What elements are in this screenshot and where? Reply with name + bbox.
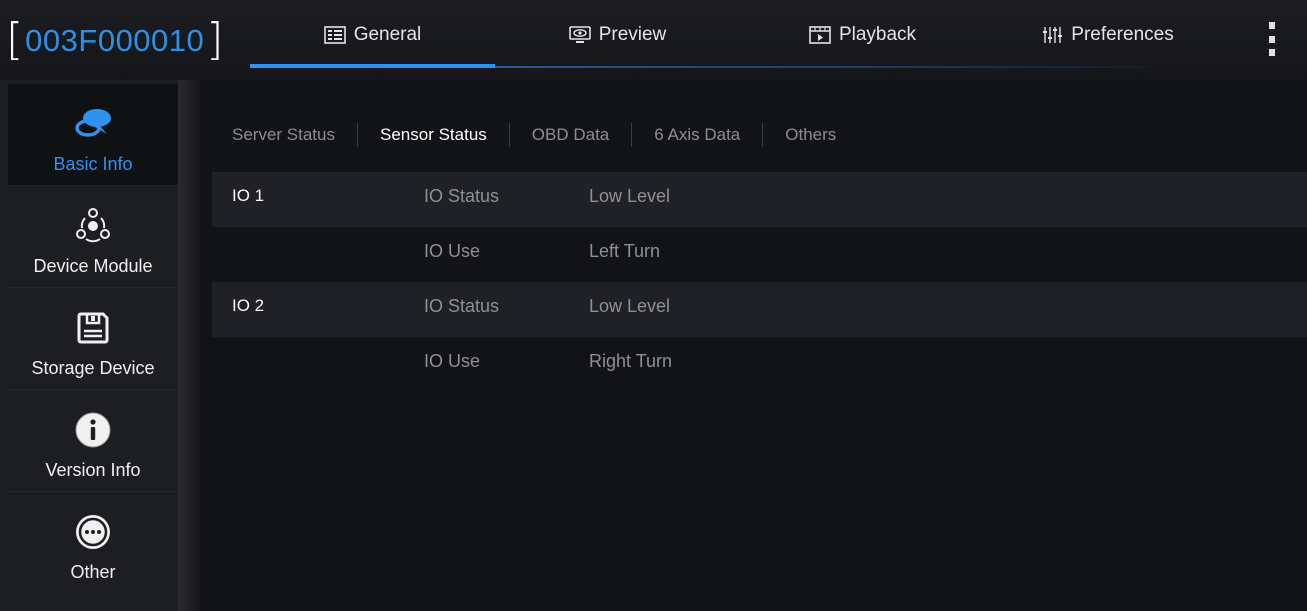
sidebar-item-device-module[interactable]: Device Module bbox=[8, 186, 178, 288]
subtab-bar: Server Status Sensor Status OBD Data 6 A… bbox=[212, 110, 1307, 160]
subtab-6-axis-data[interactable]: 6 Axis Data bbox=[654, 125, 762, 145]
kebab-dot bbox=[1269, 35, 1275, 43]
table-row: IO Use Right Turn bbox=[212, 337, 1307, 392]
io-channel-label: IO 2 bbox=[232, 296, 265, 315]
more-circle-icon bbox=[73, 512, 113, 552]
subtab-obd-data[interactable]: OBD Data bbox=[532, 125, 631, 145]
kebab-dot bbox=[1269, 22, 1275, 29]
sidebar-item-label: Storage Device bbox=[31, 358, 155, 378]
module-nodes-icon bbox=[73, 206, 113, 246]
top-bar: [ 003F000010 ] General Preview Playback … bbox=[0, 0, 1307, 80]
device-id-text: 003F000010 bbox=[25, 23, 205, 58]
floppy-disk-icon bbox=[73, 308, 113, 348]
io-field-value: Low Level bbox=[589, 296, 671, 316]
subtab-divider bbox=[357, 123, 358, 147]
sidebar-divider bbox=[178, 80, 200, 611]
subtab-divider bbox=[762, 123, 764, 147]
sidebar-item-label: Version Info bbox=[45, 460, 141, 480]
sliders-icon bbox=[1043, 27, 1063, 43]
main-content: Server Status Sensor Status OBD Data 6 A… bbox=[212, 110, 1307, 371]
sidebar-item-label: Other bbox=[70, 562, 116, 582]
io-field-label: IO Status bbox=[424, 186, 500, 206]
tab-playback[interactable]: Playback bbox=[740, 0, 985, 70]
monitor-eye-icon bbox=[568, 26, 591, 43]
subtab-server-status[interactable]: Server Status bbox=[232, 125, 357, 145]
io-field-value: Left Turn bbox=[589, 241, 661, 261]
chat-bubble-icon bbox=[73, 104, 113, 144]
subtab-divider bbox=[631, 123, 633, 147]
table-row: IO 2 IO Status Low Level bbox=[212, 282, 1307, 337]
more-menu-button[interactable] bbox=[1262, 22, 1282, 56]
io-field-label: IO Use bbox=[424, 241, 481, 261]
sidebar-item-basic-info[interactable]: Basic Info bbox=[8, 84, 178, 186]
io-channel-label: IO 1 bbox=[232, 186, 265, 205]
tab-preferences-label: Preferences bbox=[1071, 24, 1174, 45]
io-field-label: IO Use bbox=[424, 351, 481, 371]
film-play-icon bbox=[809, 26, 831, 44]
general-grid-icon bbox=[323, 26, 346, 44]
tab-preview[interactable]: Preview bbox=[495, 0, 740, 70]
kebab-dot bbox=[1269, 49, 1275, 56]
right-bracket: ] bbox=[206, 14, 224, 65]
io-field-label: IO Status bbox=[424, 296, 500, 316]
main-tabs: General Preview Playback Preferences bbox=[250, 0, 1250, 80]
tab-preview-label: Preview bbox=[598, 24, 667, 45]
tab-general-label: General bbox=[353, 24, 422, 45]
left-bracket: [ bbox=[6, 14, 24, 65]
sidebar-item-version-info[interactable]: Version Info bbox=[8, 390, 178, 492]
sensor-status-table: IO 1 IO Status Low Level IO Use Left Tur… bbox=[212, 172, 1307, 392]
sidebar-item-label: Device Module bbox=[33, 256, 153, 276]
io-field-value: Right Turn bbox=[589, 351, 673, 371]
subtab-divider bbox=[508, 123, 510, 147]
table-row: IO 1 IO Status Low Level bbox=[212, 172, 1307, 227]
device-id-display: [ 003F000010 ] bbox=[6, 12, 223, 68]
table-row: IO Use Left Turn bbox=[212, 227, 1307, 282]
info-circle-icon bbox=[73, 410, 113, 450]
sidebar-item-label: Basic Info bbox=[53, 154, 133, 174]
tab-general[interactable]: General bbox=[250, 0, 495, 70]
io-field-value: Low Level bbox=[589, 186, 671, 206]
tab-preferences[interactable]: Preferences bbox=[985, 0, 1230, 70]
subtab-sensor-status[interactable]: Sensor Status bbox=[380, 125, 509, 145]
tab-playback-label: Playback bbox=[838, 24, 917, 45]
subtab-others[interactable]: Others bbox=[785, 125, 858, 145]
sidebar-item-other[interactable]: Other bbox=[8, 492, 178, 594]
sidebar-item-storage-device[interactable]: Storage Device bbox=[8, 288, 178, 390]
